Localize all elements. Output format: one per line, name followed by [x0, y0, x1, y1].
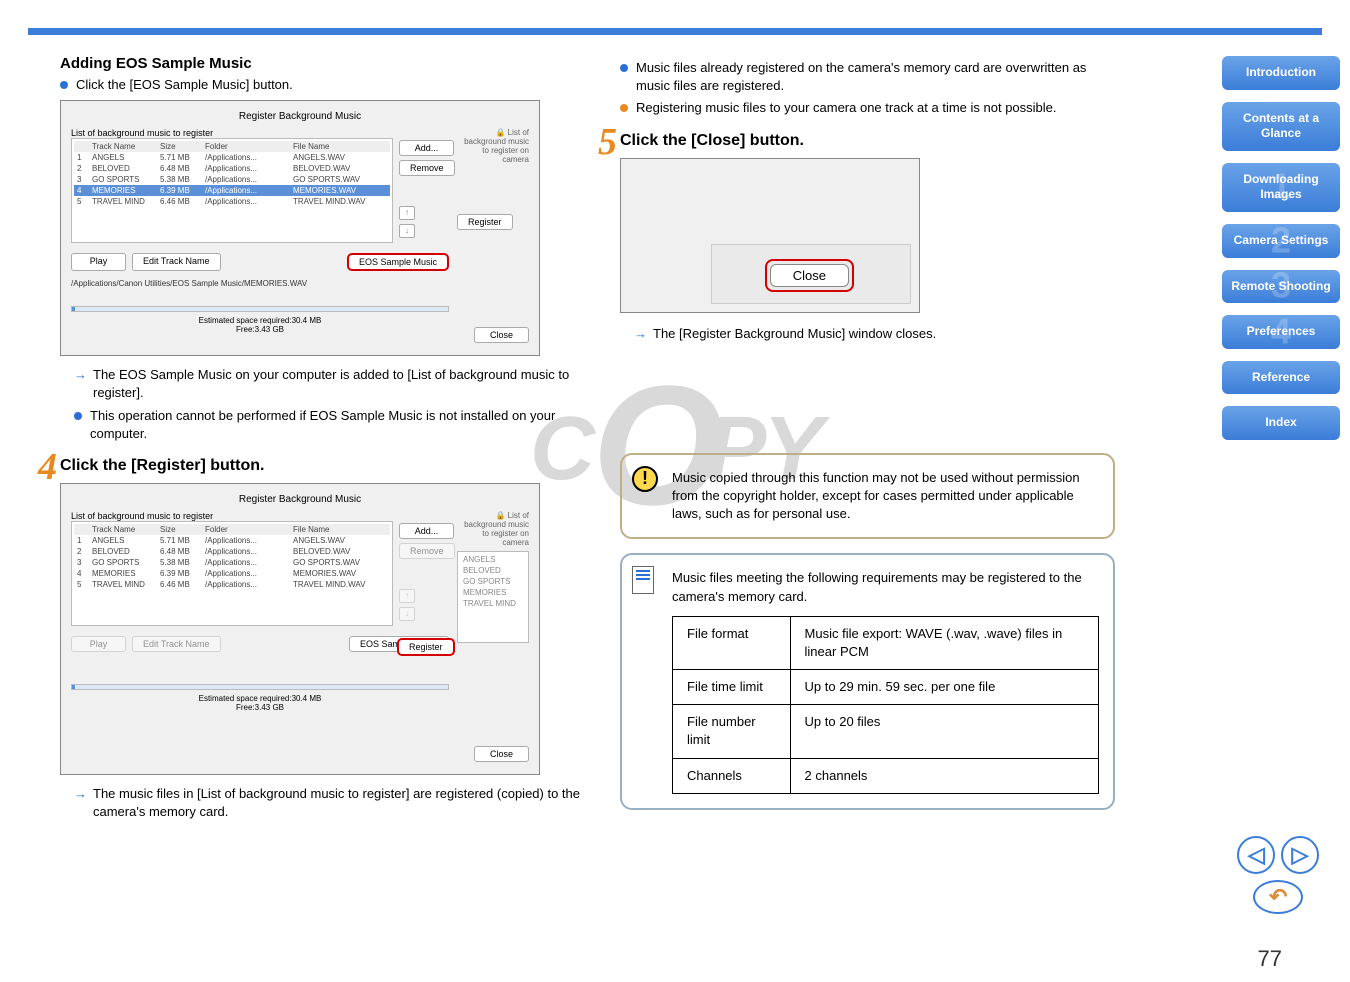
- arrow-icon: →: [74, 366, 87, 384]
- play-button[interactable]: Play: [71, 253, 126, 271]
- warning-icon: !: [632, 466, 658, 492]
- right-note-1: Music files already registered on the ca…: [636, 59, 1115, 95]
- page-number: 77: [1258, 946, 1282, 972]
- left-column: Adding EOS Sample Music Click the [EOS S…: [60, 55, 620, 825]
- arrow-icon: →: [74, 785, 87, 803]
- camera-music-list: ANGELSBELOVEDGO SPORTSMEMORIESTRAVEL MIN…: [457, 551, 529, 643]
- table-cell: File format: [673, 616, 791, 669]
- move-down-button[interactable]: ↓: [399, 224, 415, 238]
- step-number-4: 4: [38, 445, 57, 489]
- bullet-icon: [620, 64, 628, 72]
- prev-page-button[interactable]: ◁: [1237, 836, 1275, 874]
- camera-list-label-2: List of background music to register on …: [457, 511, 529, 547]
- table-cell: 2 channels: [790, 758, 1098, 793]
- close-button-2[interactable]: Close: [474, 746, 529, 762]
- result-text-5: The [Register Background Music] window c…: [653, 325, 936, 343]
- edit-track-button-2[interactable]: Edit Track Name: [132, 636, 221, 652]
- remove-button[interactable]: Remove: [399, 160, 455, 176]
- register-button-2[interactable]: Register: [397, 638, 455, 656]
- right-note-2: Registering music files to your camera o…: [636, 99, 1057, 117]
- note-text: Music files meeting the following requir…: [672, 570, 1082, 603]
- nav-downloading[interactable]: Downloading Images: [1222, 163, 1340, 212]
- nav-introduction[interactable]: Introduction: [1222, 56, 1340, 90]
- arrow-icon: →: [634, 325, 647, 343]
- music-list[interactable]: Track NameSizeFolderFile Name 1ANGELS5.7…: [71, 138, 393, 243]
- nav-camera-settings[interactable]: Camera Settings: [1222, 224, 1340, 258]
- close-button-highlighted[interactable]: Close: [765, 259, 854, 292]
- right-column: Music files already registered on the ca…: [620, 55, 1125, 825]
- nav-reference[interactable]: Reference: [1222, 361, 1340, 395]
- camera-list-label: List of background music to register on …: [457, 128, 529, 164]
- bullet-icon: [620, 104, 628, 112]
- bullet-icon: [60, 81, 68, 89]
- list-label: List of background music to register: [71, 128, 449, 138]
- result-text-1: The EOS Sample Music on your computer is…: [93, 366, 600, 402]
- step-4-title: Click the [Register] button.: [60, 457, 264, 474]
- warning-box: ! Music copied through this function may…: [620, 453, 1115, 540]
- space-required-2: Estimated space required:30.4 MB: [71, 694, 449, 703]
- space-progress: [71, 306, 449, 312]
- edit-track-button[interactable]: Edit Track Name: [132, 253, 221, 271]
- sidebar-nav: Introduction Contents at a Glance Downlo…: [1222, 56, 1340, 452]
- note-icon: [632, 566, 654, 594]
- nav-contents[interactable]: Contents at a Glance: [1222, 102, 1340, 151]
- section-subtext: Click the [EOS Sample Music] button.: [76, 76, 293, 94]
- result-text-4: The music files in [List of background m…: [93, 785, 600, 821]
- move-up-button[interactable]: ↑: [399, 206, 415, 220]
- close-button[interactable]: Close: [474, 327, 529, 343]
- section-heading: Adding EOS Sample Music: [60, 55, 600, 72]
- music-list-2[interactable]: Track NameSizeFolderFile Name 1ANGELS5.7…: [71, 521, 393, 626]
- warning-text: Music copied through this function may n…: [672, 470, 1080, 521]
- dialog-register-1: Register Background Music List of backgr…: [60, 100, 540, 356]
- header-bar: [28, 28, 1322, 35]
- move-up-button-2[interactable]: ↑: [399, 589, 415, 603]
- step-5-title: Click the [Close] button.: [620, 132, 804, 149]
- dialog-register-2: Register Background Music List of backgr…: [60, 483, 540, 775]
- note-text-1: This operation cannot be performed if EO…: [90, 407, 600, 443]
- file-path: /Applications/Canon Utilities/EOS Sample…: [71, 279, 449, 288]
- page-nav-buttons: ◁ ▷ ↶: [1236, 836, 1320, 914]
- table-cell: Up to 20 files: [790, 705, 1098, 758]
- nav-index[interactable]: Index: [1222, 406, 1340, 440]
- table-cell: Music file export: WAVE (.wav, .wave) fi…: [790, 616, 1098, 669]
- space-free-2: Free:3.43 GB: [71, 703, 449, 712]
- nav-preferences[interactable]: Preferences: [1222, 315, 1340, 349]
- table-cell: Up to 29 min. 59 sec. per one file: [790, 670, 1098, 705]
- dialog-title: Register Background Music: [71, 111, 529, 122]
- remove-button-2[interactable]: Remove: [399, 543, 455, 559]
- space-progress-2: [71, 684, 449, 690]
- eos-sample-music-button[interactable]: EOS Sample Music: [347, 253, 449, 271]
- back-button[interactable]: ↶: [1253, 880, 1303, 914]
- dialog-title-2: Register Background Music: [71, 494, 529, 505]
- next-page-button[interactable]: ▷: [1281, 836, 1319, 874]
- play-button-2[interactable]: Play: [71, 636, 126, 652]
- list-label-2: List of background music to register: [71, 511, 449, 521]
- space-free: Free:3.43 GB: [71, 325, 449, 334]
- note-box: Music files meeting the following requir…: [620, 553, 1115, 810]
- space-required: Estimated space required:30.4 MB: [71, 316, 449, 325]
- bullet-icon: [74, 412, 82, 420]
- nav-remote-shooting[interactable]: Remote Shooting: [1222, 270, 1340, 304]
- table-cell: File number limit: [673, 705, 791, 758]
- add-button[interactable]: Add...: [399, 140, 454, 156]
- close-dialog-panel: Close: [620, 158, 920, 313]
- requirements-table: File formatMusic file export: WAVE (.wav…: [672, 616, 1099, 794]
- add-button-2[interactable]: Add...: [399, 523, 454, 539]
- table-cell: File time limit: [673, 670, 791, 705]
- table-cell: Channels: [673, 758, 791, 793]
- step-number-5: 5: [598, 120, 617, 164]
- move-down-button-2[interactable]: ↓: [399, 607, 415, 621]
- register-button[interactable]: Register: [457, 214, 513, 230]
